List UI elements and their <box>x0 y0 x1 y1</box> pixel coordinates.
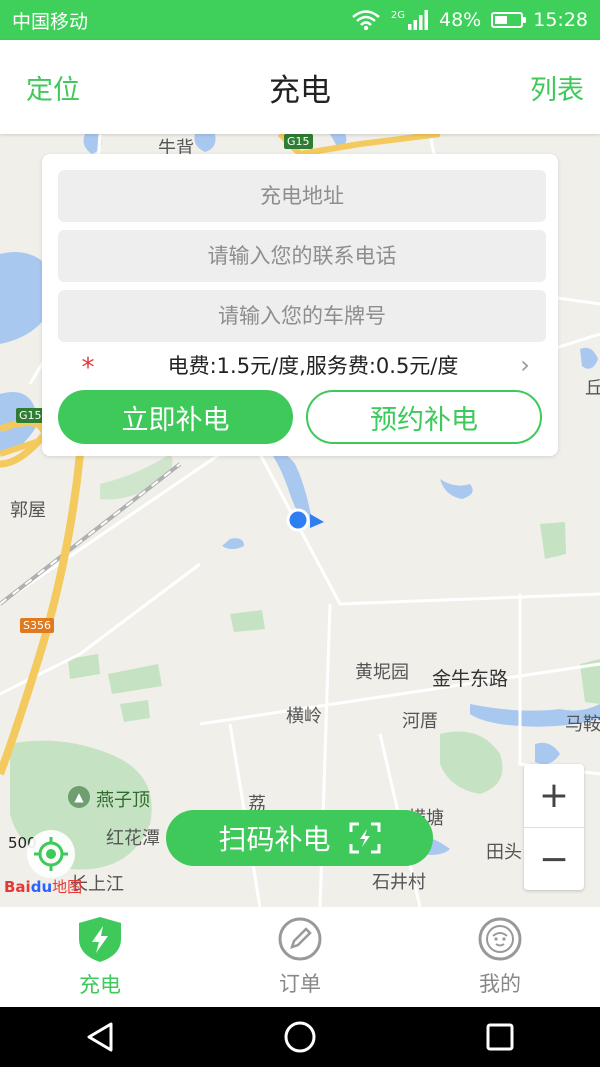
bolt-shield-icon <box>79 917 121 962</box>
charge-request-form: * 电费:1.5元/度,服务费:0.5元/度 › 立即补电 预约补电 <box>42 154 558 456</box>
highway-shield: G15 <box>284 134 313 149</box>
map-label: 红花潭 <box>106 828 160 849</box>
system-nav-bar <box>0 1007 600 1067</box>
home-button[interactable] <box>280 1017 320 1057</box>
scan-charge-button[interactable]: 扫码补电 <box>166 810 433 866</box>
tab-orders[interactable]: 订单 <box>200 907 400 1007</box>
signal-icon: 2G <box>391 10 429 30</box>
map-label: 田头 <box>486 842 522 863</box>
clock: 15:28 <box>533 9 588 31</box>
map-label: 金牛东路 <box>432 668 509 690</box>
tab-label: 充电 <box>79 973 121 997</box>
scan-charge-label: 扫码补电 <box>218 823 331 856</box>
network-type: 2G <box>390 10 405 21</box>
map-label: 郭屋 <box>10 500 46 521</box>
reserve-charge-button[interactable]: 预约补电 <box>306 390 542 444</box>
tab-charge[interactable]: 充电 <box>0 907 200 1007</box>
highway-shield: S356 <box>20 618 54 633</box>
chevron-right-icon: › <box>520 351 530 379</box>
tab-label: 我的 <box>479 972 521 996</box>
battery-icon <box>491 12 527 28</box>
crosshair-icon <box>34 837 68 871</box>
fee-text: 电费:1.5元/度,服务费:0.5元/度 <box>167 354 459 378</box>
scan-icon <box>349 822 380 854</box>
status-bar: 中国移动 2G 48% 15:28 <box>0 0 600 40</box>
home-circle-icon <box>284 1021 316 1053</box>
carrier-name: 中国移动 <box>12 10 89 33</box>
zoom-control: + − <box>524 764 584 890</box>
list-link[interactable]: 列表 <box>530 68 584 107</box>
zoom-in-button[interactable]: + <box>524 764 584 828</box>
map-label: 黄坭园 <box>355 662 409 683</box>
mountain-icon: ▲ <box>68 786 90 808</box>
pencil-circle-icon <box>278 917 322 961</box>
map-label: 河厝 <box>402 711 438 732</box>
phone-input[interactable] <box>58 230 546 282</box>
map-label: 横岭 <box>286 706 322 727</box>
battery-percent: 48% <box>439 9 482 31</box>
zoom-out-button[interactable]: − <box>524 828 584 891</box>
map-label: 燕子顶 <box>96 790 150 811</box>
recents-square-icon <box>486 1023 514 1051</box>
page-title: 充电 <box>269 72 331 109</box>
face-circle-icon <box>478 917 522 961</box>
required-mark: * <box>81 353 95 383</box>
charge-now-button[interactable]: 立即补电 <box>58 390 293 444</box>
locate-link[interactable]: 定位 <box>26 68 80 107</box>
fee-info-row[interactable]: * 电费:1.5元/度,服务费:0.5元/度 › <box>58 349 542 381</box>
locate-me-button[interactable] <box>27 830 75 878</box>
map-label: 马鞍 <box>565 714 600 735</box>
map-label: 石井村 <box>372 872 426 893</box>
plate-number-input[interactable] <box>58 290 546 342</box>
bottom-tab-bar: 充电 订单 我的 <box>0 907 600 1007</box>
highway-shield: G15 <box>16 408 45 423</box>
nav-bar: 定位 充电 列表 <box>0 40 600 134</box>
tab-label: 订单 <box>279 972 321 996</box>
charge-address-input[interactable] <box>58 170 546 222</box>
baidu-map-logo: Baidu地图 <box>4 878 83 896</box>
wifi-icon <box>351 9 381 31</box>
recents-button[interactable] <box>480 1017 520 1057</box>
back-triangle-icon <box>87 1022 113 1052</box>
tab-mine[interactable]: 我的 <box>400 907 600 1007</box>
map-label: 丘 <box>585 378 600 399</box>
back-button[interactable] <box>80 1017 120 1057</box>
